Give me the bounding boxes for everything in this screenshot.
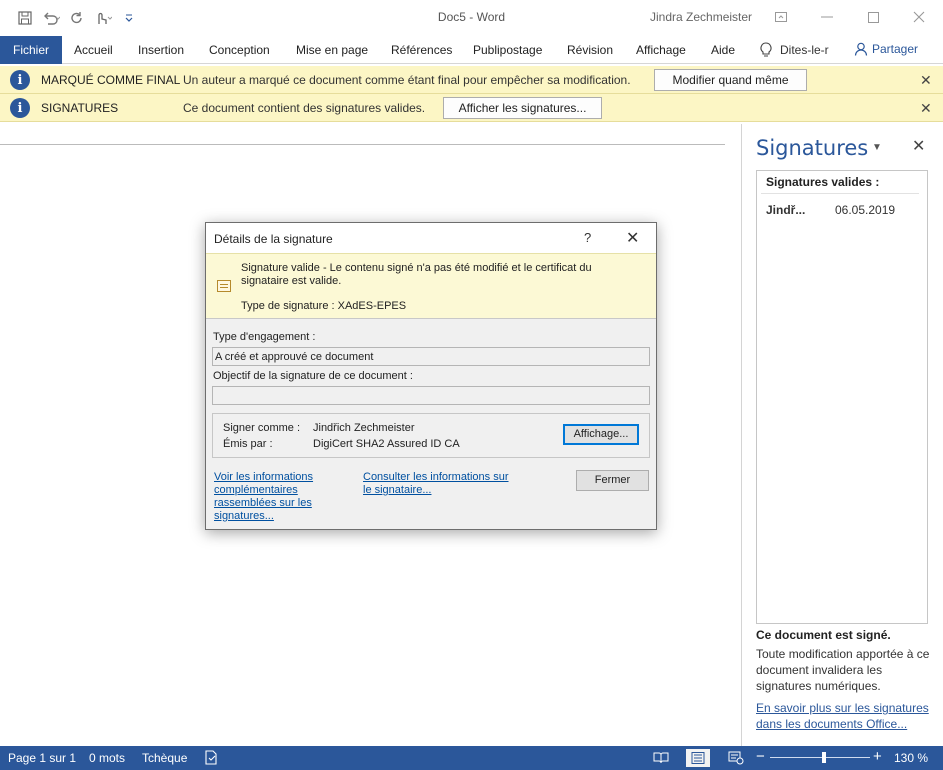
edit-anyway-button[interactable]: Modifier quand même: [654, 69, 807, 91]
more-info-link[interactable]: Voir les informations complémentaires ra…: [214, 471, 334, 523]
dialog-title: Détails de la signature: [214, 232, 333, 246]
commitment-field[interactable]: A créé et approuvé ce document: [212, 347, 650, 366]
pane-title: Signatures: [756, 136, 869, 160]
signature-list: Signatures valides : Jindř... 06.05.2019: [756, 170, 928, 624]
learn-more-link[interactable]: En savoir plus sur les signatures dans l…: [756, 700, 936, 732]
final-message-bar: i MARQUÉ COMME FINAL Un auteur a marqué …: [0, 66, 943, 94]
tab-publipostage[interactable]: Publipostage: [473, 36, 542, 64]
issuer-label: Émis par :: [223, 438, 273, 450]
tab-insertion[interactable]: Insertion: [138, 36, 184, 64]
lightbulb-icon: [760, 42, 772, 57]
person-icon: [854, 42, 868, 56]
close-icon[interactable]: ✕: [920, 100, 932, 117]
tab-fichier[interactable]: Fichier: [0, 36, 62, 64]
minimize-icon[interactable]: [804, 4, 850, 30]
zoom-slider[interactable]: [770, 757, 870, 758]
message-bar-title: SIGNATURES: [41, 101, 119, 115]
signature-signer: Jindř...: [766, 203, 806, 217]
signed-description: Toute modification apportée à ce documen…: [756, 647, 930, 693]
maximize-icon[interactable]: [850, 4, 896, 30]
signature-date: 06.05.2019: [835, 203, 896, 217]
zoom-in-icon[interactable]: +: [873, 748, 882, 765]
info-icon: i: [10, 98, 30, 118]
tell-me-box[interactable]: Dites-le-r: [760, 42, 829, 58]
zoom-out-icon[interactable]: −: [756, 748, 765, 765]
signatures-message-bar: i SIGNATURES Ce document contient des si…: [0, 94, 943, 122]
signed-status: Ce document est signé.: [756, 628, 891, 642]
tab-references[interactable]: Références: [391, 36, 452, 64]
page-edge: [0, 144, 725, 145]
signer-value: Jindřich Zechmeister: [313, 422, 415, 434]
signer-group: Signer comme : Jindřich Zechmeister Émis…: [212, 413, 650, 458]
commitment-label: Type d'engagement :: [213, 331, 316, 343]
tab-mise-en-page[interactable]: Mise en page: [296, 36, 368, 64]
tell-me-label: Dites-le-r: [780, 43, 829, 57]
pane-options-icon[interactable]: ▼: [872, 142, 882, 153]
message-bar-text: Ce document contient des signatures vali…: [183, 101, 426, 115]
close-button[interactable]: Fermer: [576, 470, 649, 491]
message-bar-text: Un auteur a marqué ce document comme éta…: [183, 73, 631, 87]
window-close-icon[interactable]: [896, 4, 942, 30]
status-bar: Page 1 sur 1 0 mots Tchèque − + 130 %: [0, 746, 943, 770]
message-bar-title: MARQUÉ COMME FINAL: [41, 73, 181, 87]
close-icon[interactable]: ✕: [920, 72, 932, 89]
page-count[interactable]: Page 1 sur 1: [8, 751, 76, 765]
tab-aide[interactable]: Aide: [711, 36, 735, 64]
web-layout-icon[interactable]: [724, 749, 748, 767]
share-label: Partager: [872, 42, 919, 56]
signature-details-dialog: Détails de la signature ? ✕ Signature va…: [205, 222, 657, 530]
dialog-close-icon[interactable]: ✕: [626, 228, 639, 248]
validity-text: Signature valide - Le contenu signé n'a …: [241, 262, 592, 287]
divider: [761, 193, 919, 194]
view-signatures-button[interactable]: Afficher les signatures...: [443, 97, 602, 119]
signature-item[interactable]: Jindř... 06.05.2019: [757, 201, 927, 219]
word-count[interactable]: 0 mots: [89, 751, 125, 765]
dialog-title-bar: Détails de la signature ? ✕: [206, 223, 656, 253]
print-layout-icon[interactable]: [686, 749, 710, 767]
macro-record-icon[interactable]: [204, 750, 218, 768]
certificate-icon: [217, 280, 231, 292]
language[interactable]: Tchèque: [142, 751, 187, 765]
zoom-level[interactable]: 130 %: [894, 751, 928, 765]
issuer-value: DigiCert SHA2 Assured ID CA: [313, 438, 460, 450]
signatures-pane: Signatures ▼ ✕ Signatures valides : Jind…: [742, 124, 943, 746]
tab-conception[interactable]: Conception: [209, 36, 270, 64]
tab-affichage[interactable]: Affichage: [636, 36, 686, 64]
help-icon[interactable]: ?: [584, 230, 591, 245]
tab-revision[interactable]: Révision: [567, 36, 613, 64]
signer-info-link[interactable]: Consulter les informations sur le signat…: [363, 471, 513, 497]
signer-label: Signer comme :: [223, 422, 301, 434]
validity-banner: Signature valide - Le contenu signé n'a …: [206, 253, 656, 319]
purpose-label: Objectif de la signature de ce document …: [213, 370, 413, 382]
ribbon-display-options-icon[interactable]: [758, 4, 804, 30]
ribbon-tabs: Fichier Accueil Insertion Conception Mis…: [0, 36, 943, 64]
signature-list-header: Signatures valides :: [766, 175, 880, 189]
purpose-field[interactable]: [212, 386, 650, 405]
user-name[interactable]: Jindra Zechmeister: [650, 10, 752, 24]
view-certificate-button[interactable]: Affichage...: [563, 424, 639, 445]
read-mode-icon[interactable]: [649, 749, 673, 767]
tab-accueil[interactable]: Accueil: [74, 36, 113, 64]
info-icon: i: [10, 70, 30, 90]
pane-close-icon[interactable]: ✕: [912, 136, 925, 156]
signature-type: Type de signature : XAdES-EPES: [241, 300, 407, 312]
title-bar: Doc5 - Word Jindra Zechmeister: [0, 0, 943, 36]
share-button[interactable]: Partager: [854, 42, 918, 56]
zoom-slider-thumb[interactable]: [821, 752, 826, 763]
